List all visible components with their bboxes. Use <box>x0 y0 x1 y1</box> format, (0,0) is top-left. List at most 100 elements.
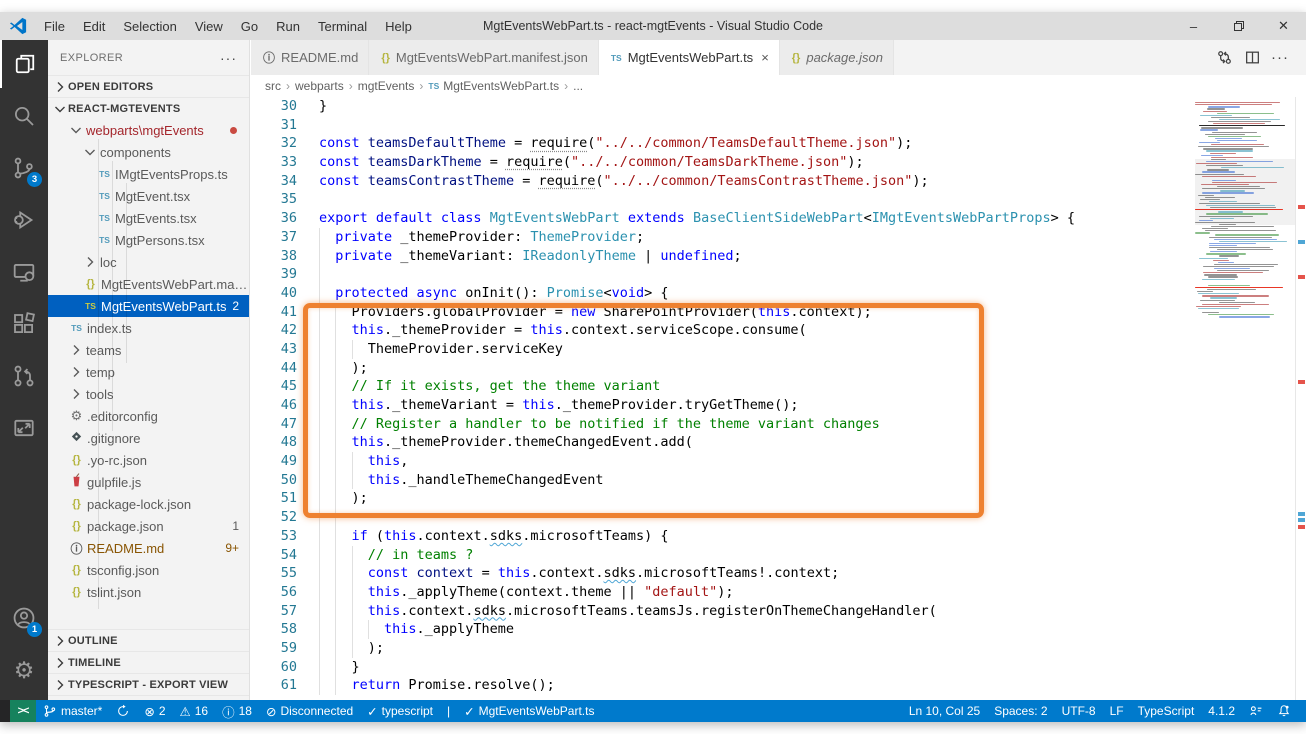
status-sep: | <box>447 704 451 718</box>
status-typescript[interactable]: TypeScript <box>1131 700 1202 722</box>
status-ln-10-col-25[interactable]: Ln 10, Col 25 <box>902 700 987 722</box>
section-outline[interactable]: OUTLINE <box>48 629 249 651</box>
accounts-activity-icon[interactable]: 1 <box>0 594 48 642</box>
status-spaces-2[interactable]: Spaces: 2 <box>987 700 1054 722</box>
tree-indent-guide <box>126 183 127 363</box>
accounts-badge: 1 <box>27 622 42 637</box>
code-editor[interactable]: 30} 31 32 const teamsDefaultTheme = require… <box>251 97 1306 700</box>
status-bell[interactable] <box>1270 700 1298 722</box>
gulp-file-icon <box>68 472 85 492</box>
menu-edit[interactable]: Edit <box>74 12 114 40</box>
breadcrumb-mgteventswebpart-ts[interactable]: › TS MgtEventsWebPart.ts <box>414 79 559 93</box>
status-2[interactable]: ⊗ 2 <box>137 700 172 722</box>
status-18[interactable]: ⓘ 18 <box>215 700 259 722</box>
status-typescript[interactable]: ✓ typescript <box>360 700 440 722</box>
status-16[interactable]: ⚠ 16 <box>173 700 216 722</box>
folder-tools[interactable]: tools <box>48 383 249 405</box>
run-debug-activity-icon[interactable] <box>0 196 48 244</box>
folder-teams[interactable]: teams <box>48 339 249 361</box>
minimize-button[interactable]: – <box>1171 12 1216 40</box>
status-lf[interactable]: LF <box>1103 700 1131 722</box>
indent-guide <box>335 601 337 621</box>
status-utf-8[interactable]: UTF-8 <box>1055 700 1103 722</box>
breadcrumb--[interactable]: ›... <box>559 79 583 93</box>
file-package-json[interactable]: {} package.json 1 <box>48 515 249 537</box>
settings-activity-icon[interactable]: ⚙ <box>0 646 48 694</box>
file-tsconfig-json[interactable]: {} tsconfig.json <box>48 559 249 581</box>
line-number: 56 <box>280 583 297 600</box>
file-package-lock-json[interactable]: {} package-lock.json <box>48 493 249 515</box>
line-number: 37 <box>280 228 297 245</box>
search-activity-icon[interactable] <box>0 92 48 140</box>
file-mgteventswebpart-ts[interactable]: TS MgtEventsWebPart.ts 2 <box>48 295 249 317</box>
file-readme-md[interactable]: ⓘ README.md 9+ <box>48 537 249 559</box>
file--gitignore[interactable]: .gitignore <box>48 427 249 449</box>
minimap-code-line <box>1209 244 1237 247</box>
restore-button[interactable] <box>1216 12 1261 40</box>
extensions-activity-icon[interactable] <box>0 300 48 348</box>
menu-terminal[interactable]: Terminal <box>309 12 376 40</box>
status-disconnected[interactable]: ⊘ Disconnected <box>259 700 360 722</box>
live-share-activity-icon[interactable] <box>0 404 48 452</box>
overview-ruler-scrollbar[interactable] <box>1295 97 1306 700</box>
menu-go[interactable]: Go <box>232 12 267 40</box>
remote-explorer-activity-icon[interactable] <box>0 248 48 296</box>
file-mgtevent-tsx[interactable]: TS MgtEvent.tsx <box>48 185 249 207</box>
folder-loc[interactable]: loc <box>48 251 249 273</box>
status-4-1-2[interactable]: 4.1.2 <box>1201 700 1242 722</box>
section-typescript-export-view[interactable]: TYPESCRIPT - EXPORT VIEW <box>48 673 249 695</box>
file-mgteventswebpart-manif-[interactable]: {} MgtEventsWebPart.manif... <box>48 273 249 295</box>
file-mgtpersons-tsx[interactable]: TS MgtPersons.tsx <box>48 229 249 251</box>
status-mgteventswebpart-ts[interactable]: ✓ MgtEventsWebPart.ts <box>457 700 601 722</box>
remote-indicator[interactable]: >< <box>10 700 36 722</box>
section-timeline[interactable]: TIMELINE <box>48 651 249 673</box>
file-gulpfile-js[interactable]: gulpfile.js <box>48 471 249 493</box>
tab-mgteventswebpart-ts[interactable]: TS MgtEventsWebPart.ts × <box>598 40 780 75</box>
code-line-40: 40 protected async onInit(): Promise<void… <box>251 283 1306 303</box>
folder-webparts-mgtevents[interactable]: webparts\mgtEvents <box>48 119 249 141</box>
menu-run[interactable]: Run <box>267 12 309 40</box>
status-feedback[interactable] <box>1242 700 1270 722</box>
split-editor-icon[interactable] <box>1238 49 1266 66</box>
section-root-folder[interactable]: REACT-MGTEVENTS <box>48 97 249 119</box>
minimap[interactable] <box>1195 97 1295 700</box>
tab-package-json[interactable]: {} package.json <box>779 40 894 75</box>
line-number: 58 <box>280 621 297 638</box>
menu-help[interactable]: Help <box>376 12 421 40</box>
file--yo-rc-json[interactable]: {} .yo-rc.json <box>48 449 249 471</box>
file-mgtevents-tsx[interactable]: TS MgtEvents.tsx <box>48 207 249 229</box>
breadcrumb-src[interactable]: src <box>265 79 281 93</box>
status-master[interactable]: master* <box>36 700 109 722</box>
breadcrumb[interactable]: src › webparts › mgtEvents › TS MgtEventsWebPar… <box>251 75 1306 97</box>
menu-view[interactable]: View <box>186 12 232 40</box>
folder-components[interactable]: components <box>48 141 249 163</box>
explorer-activity-icon[interactable] <box>0 40 48 88</box>
indent-guide <box>319 265 320 284</box>
close-tab-icon[interactable]: × <box>761 50 769 65</box>
indent-guide <box>335 321 337 340</box>
folder-temp[interactable]: temp <box>48 361 249 383</box>
tab-readme-md[interactable]: ⓘ README.md <box>251 40 370 75</box>
file-imgteventsprops-ts[interactable]: TS IMgtEventsProps.ts <box>48 163 249 185</box>
tab-mgteventswebpart-manifest-json[interactable]: {} MgtEventsWebPart.manifest.json <box>369 40 599 75</box>
file--editorconfig[interactable]: ⚙ .editorconfig <box>48 405 249 427</box>
breadcrumb-mgtevents[interactable]: › mgtEvents <box>344 79 415 93</box>
line-number: 59 <box>280 639 297 656</box>
open-changes-icon[interactable] <box>1210 49 1238 66</box>
section-open-editors[interactable]: OPEN EDITORS <box>48 75 249 97</box>
github-pull-requests-activity-icon[interactable] <box>0 352 48 400</box>
menu-file[interactable]: File <box>35 12 74 40</box>
breadcrumb-webparts[interactable]: › webparts <box>281 79 344 93</box>
menu-selection[interactable]: Selection <box>114 12 185 40</box>
minimap-code-line <box>1202 175 1256 177</box>
code-line-61: 61 return Promise.resolve(); <box>251 676 1306 696</box>
file-index-ts[interactable]: TS index.ts <box>48 317 249 339</box>
status-sync[interactable] <box>109 700 137 722</box>
source-control-activity-icon[interactable]: 3 <box>0 144 48 192</box>
more-actions-icon[interactable]: ··· <box>1266 49 1294 66</box>
minimap-code-line <box>1210 251 1238 253</box>
explorer-more-actions[interactable]: ··· <box>220 50 237 66</box>
restore-icon <box>1233 21 1244 31</box>
file-tslint-json[interactable]: {} tslint.json <box>48 581 249 603</box>
close-button[interactable]: ✕ <box>1261 12 1306 40</box>
